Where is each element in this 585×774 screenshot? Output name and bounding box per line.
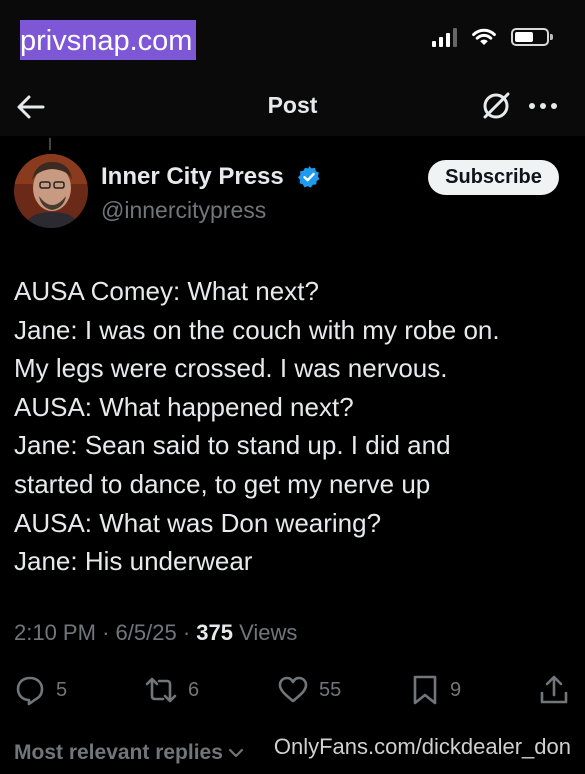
post-text-line: AUSA: What was Don wearing? (14, 507, 382, 538)
bookmark-count: 9 (450, 678, 462, 701)
reply-icon (16, 676, 44, 706)
grok-icon (483, 92, 510, 119)
author-name[interactable]: Inner City Press (101, 163, 284, 191)
post-text-line: AUSA: What happened next? (14, 391, 354, 422)
post-text-line: Jane: Sean said to stand up. I did and (14, 430, 451, 461)
share-button[interactable] (538, 672, 570, 708)
repost-button[interactable]: 6 (144, 672, 199, 708)
more-icon (529, 103, 557, 109)
post-date[interactable]: 6/5/25 (116, 620, 177, 645)
grok-button[interactable] (478, 88, 514, 124)
meta-separator: · (102, 620, 110, 645)
cellular-signal-icon (432, 27, 457, 47)
action-bar: 5 6 55 9 (0, 672, 585, 708)
post-text-line: My legs were crossed. I was nervous. (14, 353, 448, 384)
thread-connector (49, 138, 51, 150)
top-nav: Post (0, 80, 585, 136)
reply-button[interactable]: 5 (14, 672, 67, 708)
views-count[interactable]: 375 (196, 620, 233, 645)
share-icon (540, 675, 568, 704)
status-icons (432, 27, 553, 47)
post-meta: 2:10 PM · 6/5/25 · 375 Views (14, 620, 297, 646)
bookmark-button[interactable]: 9 (410, 672, 461, 708)
post-time[interactable]: 2:10 PM (14, 620, 96, 645)
meta-separator: · (182, 620, 191, 645)
chevron-down-icon (228, 748, 244, 758)
subscribe-button[interactable]: Subscribe (428, 160, 559, 195)
author-handle[interactable]: @innercitypress (101, 197, 266, 224)
repost-icon (145, 677, 177, 703)
verified-badge-icon (298, 166, 320, 188)
views-label: Views (239, 620, 298, 645)
wifi-icon (472, 28, 496, 45)
replies-sort-dropdown[interactable]: Most relevant replies (14, 741, 245, 765)
replies-sort-label: Most relevant replies (14, 741, 223, 764)
post-text-line: started to dance, to get my nerve up (14, 468, 431, 499)
reply-count: 5 (56, 678, 68, 701)
more-button[interactable] (525, 88, 561, 124)
watermark-top: privsnap.com (20, 20, 197, 60)
avatar[interactable] (14, 154, 88, 228)
post-text-line: Jane: His underwear (14, 546, 253, 577)
bookmark-icon (413, 675, 437, 705)
like-count: 55 (319, 678, 342, 701)
avatar-image (14, 154, 88, 228)
repost-count: 6 (188, 678, 200, 701)
post-text-line: AUSA Comey: What next? (14, 276, 319, 306)
post-text: AUSA Comey: What next? Jane: I was on th… (14, 272, 574, 581)
post-text-line: Jane: I was on the couch with my robe on… (14, 314, 500, 345)
battery-icon (511, 28, 553, 46)
status-bar: privsnap.com (0, 0, 585, 80)
heart-icon (278, 676, 308, 703)
like-button[interactable]: 55 (277, 672, 341, 708)
watermark-bottom: OnlyFans.com/dickdealer_don (273, 734, 571, 759)
